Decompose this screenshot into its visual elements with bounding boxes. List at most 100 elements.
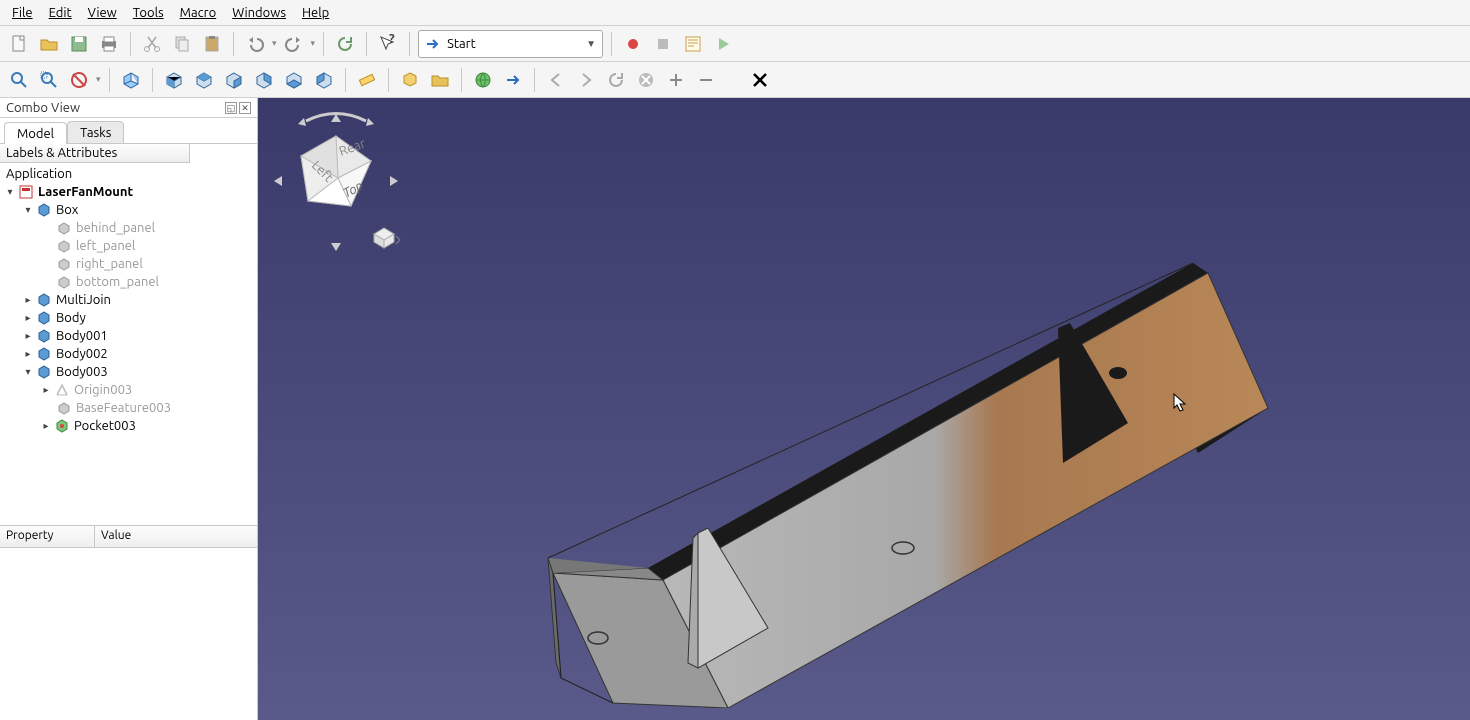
menu-windows[interactable]: Windows: [224, 3, 294, 23]
set-url-button[interactable]: [500, 67, 526, 93]
create-part-button[interactable]: [397, 67, 423, 93]
tree-body003[interactable]: ▾ Body003: [0, 363, 257, 381]
tree-origin003[interactable]: ▸ Origin003: [0, 381, 257, 399]
nav-stop-button[interactable]: [633, 67, 659, 93]
property-header: Property Value: [0, 526, 257, 548]
toolbar-view: ▾: [0, 62, 1470, 98]
tree-box[interactable]: ▾ Box: [0, 201, 257, 219]
close-button[interactable]: [747, 67, 773, 93]
view-top-button[interactable]: [191, 67, 217, 93]
tree-body001[interactable]: ▸ Body001: [0, 327, 257, 345]
measure-button[interactable]: [354, 67, 380, 93]
nav-forward-button[interactable]: [573, 67, 599, 93]
svg-text:?: ?: [389, 34, 395, 46]
tree-application[interactable]: Application: [0, 165, 257, 183]
panel-close-icon[interactable]: ✕: [239, 102, 251, 114]
save-button[interactable]: [66, 31, 92, 57]
view-isometric-button[interactable]: [118, 67, 144, 93]
combo-view-panel: Combo View ◱ ✕ Model Tasks Labels & Attr…: [0, 98, 258, 720]
part-icon: [36, 202, 52, 218]
web-button[interactable]: [470, 67, 496, 93]
workbench-label: Start: [447, 37, 476, 51]
nav-back-button[interactable]: [543, 67, 569, 93]
menu-bar: File Edit View Tools Macro Windows Help: [0, 0, 1470, 26]
zoom-selection-button[interactable]: [36, 67, 62, 93]
combo-view-title: Combo View: [6, 101, 80, 115]
macro-list-button[interactable]: [680, 31, 706, 57]
menu-file[interactable]: File: [4, 3, 41, 23]
tree-left-panel[interactable]: left_panel: [0, 237, 257, 255]
navcube-left-arrow[interactable]: [274, 176, 282, 186]
feature-icon: [56, 256, 72, 272]
navcube-home-icon[interactable]: [374, 228, 394, 248]
tree-body002[interactable]: ▸ Body002: [0, 345, 257, 363]
combo-tabs: Model Tasks: [0, 118, 257, 144]
view-left-button[interactable]: [311, 67, 337, 93]
paste-button[interactable]: [199, 31, 225, 57]
navigation-cube[interactable]: Rear Left Top: [266, 106, 406, 256]
draw-style-button[interactable]: [66, 67, 92, 93]
model-render: [398, 148, 1298, 708]
menu-edit[interactable]: Edit: [41, 3, 80, 23]
pocket-icon: [54, 418, 70, 434]
navcube-up-arrow[interactable]: [331, 114, 341, 122]
tree-body[interactable]: ▸ Body: [0, 309, 257, 327]
body-icon: [36, 310, 52, 326]
print-button[interactable]: [96, 31, 122, 57]
menu-macro[interactable]: Macro: [172, 3, 225, 23]
feature-icon: [56, 274, 72, 290]
view-right-button[interactable]: [221, 67, 247, 93]
tree-multijoin[interactable]: ▸ MultiJoin: [0, 291, 257, 309]
nav-refresh-button[interactable]: [603, 67, 629, 93]
body-icon: [36, 364, 52, 380]
property-col-val[interactable]: Value: [95, 526, 137, 547]
3d-viewport[interactable]: Rear Left Top: [258, 98, 1470, 720]
copy-button[interactable]: [169, 31, 195, 57]
macro-record-button[interactable]: [620, 31, 646, 57]
feature-icon: [56, 238, 72, 254]
tree-bottom-panel[interactable]: bottom_panel: [0, 273, 257, 291]
redo-button[interactable]: [281, 31, 307, 57]
view-front-button[interactable]: [161, 67, 187, 93]
macro-stop-button[interactable]: [650, 31, 676, 57]
macro-play-button[interactable]: [710, 31, 736, 57]
toolbar-file: ▾ ▾ ? Start ▼: [0, 26, 1470, 62]
tree-right-panel[interactable]: right_panel: [0, 255, 257, 273]
feature-icon: [56, 400, 72, 416]
workbench-selector[interactable]: Start ▼: [418, 30, 603, 58]
feature-icon: [56, 220, 72, 236]
create-group-button[interactable]: [427, 67, 453, 93]
undo-button[interactable]: [242, 31, 268, 57]
mouse-cursor-icon: [1173, 393, 1187, 413]
cut-button[interactable]: [139, 31, 165, 57]
tree-basefeature003[interactable]: BaseFeature003: [0, 399, 257, 417]
property-panel: Property Value: [0, 525, 257, 720]
body-icon: [36, 346, 52, 362]
labels-attributes-header[interactable]: Labels & Attributes: [0, 144, 190, 163]
open-button[interactable]: [36, 31, 62, 57]
panel-float-icon[interactable]: ◱: [225, 102, 237, 114]
new-document-button[interactable]: [6, 31, 32, 57]
view-rear-button[interactable]: [251, 67, 277, 93]
menu-help[interactable]: Help: [294, 3, 337, 23]
zoom-in-button[interactable]: [663, 67, 689, 93]
tree-behind-panel[interactable]: behind_panel: [0, 219, 257, 237]
tree-pocket003[interactable]: ▸ Pocket003: [0, 417, 257, 435]
combo-view-header: Combo View ◱ ✕: [0, 98, 257, 118]
zoom-out-button[interactable]: [693, 67, 719, 93]
navcube-right-arrow[interactable]: [390, 176, 398, 186]
model-tree[interactable]: Application ▾ LaserFanMount ▾ Box behind…: [0, 163, 257, 525]
tree-doc[interactable]: ▾ LaserFanMount: [0, 183, 257, 201]
property-col-prop[interactable]: Property: [0, 526, 95, 547]
chevron-down-icon: ▼: [586, 38, 596, 50]
tab-tasks[interactable]: Tasks: [67, 121, 124, 143]
tab-model[interactable]: Model: [4, 122, 67, 144]
part-icon: [36, 292, 52, 308]
menu-tools[interactable]: Tools: [125, 3, 172, 23]
view-bottom-button[interactable]: [281, 67, 307, 93]
whats-this-button[interactable]: ?: [375, 31, 401, 57]
refresh-button[interactable]: [332, 31, 358, 57]
menu-view[interactable]: View: [80, 3, 125, 23]
navcube-down-arrow[interactable]: [331, 243, 341, 251]
zoom-fit-button[interactable]: [6, 67, 32, 93]
